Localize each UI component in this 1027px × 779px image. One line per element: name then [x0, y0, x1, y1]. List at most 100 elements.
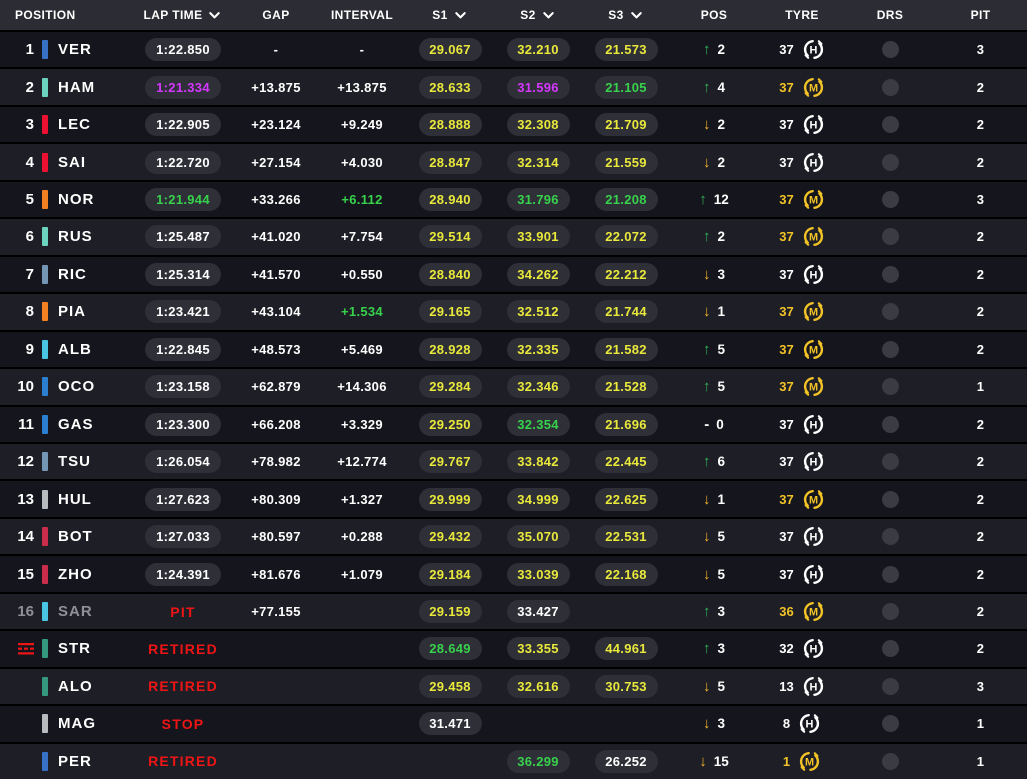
- sector-s1-value: 28.928: [419, 338, 482, 361]
- driver-row-nor[interactable]: 5NOR1:21.944+33.266+6.11228.94031.79621.…: [0, 182, 1027, 217]
- position-number: 1: [6, 41, 34, 58]
- lap-time-cell: RETIRED: [132, 669, 234, 704]
- column-header-s1[interactable]: S1: [406, 8, 494, 23]
- driver-row-bot[interactable]: 14BOT1:27.033+80.597+0.28829.43235.07022…: [0, 519, 1027, 554]
- gap-cell: +13.875: [234, 69, 318, 104]
- driver-row-tsu[interactable]: 12TSU1:26.054+78.982+12.77429.76733.8422…: [0, 444, 1027, 479]
- pit-count: 2: [977, 342, 985, 357]
- sector-s3-cell: 26.252: [582, 744, 670, 779]
- tyre-medium-icon: M: [802, 488, 825, 511]
- gap-value: +48.573: [251, 342, 300, 357]
- driver-row-ver[interactable]: 1VER1:22.850--29.06732.21021.573↑237H3: [0, 32, 1027, 67]
- sector-s2-value: 33.039: [507, 563, 570, 586]
- lap-time-value: 1:23.300: [145, 413, 221, 436]
- pit-cell: 3: [934, 669, 1027, 704]
- gap-cell: +80.309: [234, 481, 318, 516]
- drs-indicator-icon: [882, 715, 899, 732]
- driver-row-pia[interactable]: 8PIA1:23.421+43.104+1.53429.16532.51221.…: [0, 294, 1027, 329]
- drs-cell: [846, 744, 934, 779]
- drs-indicator-icon: [882, 303, 899, 320]
- sector-s1-value: 29.999: [419, 488, 482, 511]
- driver-row-alo[interactable]: ALORETIRED29.45832.61630.753↓513H3: [0, 669, 1027, 704]
- gap-cell: +33.266: [234, 182, 318, 217]
- lap-time-value: 1:22.905: [145, 113, 221, 136]
- gap-value: +43.104: [251, 304, 300, 319]
- svg-text:M: M: [805, 756, 814, 768]
- sector-s1-cell: 28.840: [406, 257, 494, 292]
- sector-s2-value: 32.210: [507, 38, 570, 61]
- interval-value: +13.875: [337, 80, 386, 95]
- position-number: [6, 643, 34, 655]
- driver-row-rus[interactable]: 6RUS1:25.487+41.020+7.75429.51433.90122.…: [0, 219, 1027, 254]
- pit-cell: 3: [934, 182, 1027, 217]
- column-header-s2[interactable]: S2: [494, 8, 582, 23]
- tyre-laps-count: 37: [779, 229, 793, 244]
- tyre-hard-icon: H: [798, 712, 821, 735]
- driver-row-sar[interactable]: 16SARPIT+77.15529.15933.427↑336M2: [0, 594, 1027, 629]
- drs-cell: [846, 594, 934, 629]
- status-text: PIT: [170, 604, 195, 620]
- driver-row-hul[interactable]: 13HUL1:27.623+80.309+1.32729.99934.99922…: [0, 481, 1027, 516]
- position-number: 6: [6, 228, 34, 245]
- column-header-lap-time[interactable]: LAP TIME: [132, 8, 234, 23]
- sort-chevron-down-icon: [629, 8, 644, 23]
- driver-row-sai[interactable]: 4SAI1:22.720+27.154+4.03028.84732.31421.…: [0, 144, 1027, 179]
- driver-cell: 8PIA: [0, 294, 132, 329]
- driver-row-lec[interactable]: 3LEC1:22.905+23.124+9.24928.88832.30821.…: [0, 107, 1027, 142]
- driver-row-zho[interactable]: 15ZHO1:24.391+81.676+1.07929.18433.03922…: [0, 556, 1027, 591]
- gap-cell: [234, 631, 318, 666]
- tyre-laps-count: 37: [779, 267, 793, 282]
- lap-time-cell: 1:25.487: [132, 219, 234, 254]
- lap-time-cell: 1:22.850: [132, 32, 234, 67]
- interval-cell: +12.774: [318, 444, 406, 479]
- sector-s1-cell: 29.067: [406, 32, 494, 67]
- pit-count: 2: [977, 80, 985, 95]
- tyre-hard-icon: H: [802, 413, 825, 436]
- interval-cell: +0.288: [318, 519, 406, 554]
- tyre-cell: 37 M: [758, 332, 846, 367]
- driver-code: ALB: [58, 341, 92, 358]
- interval-cell: [318, 706, 406, 741]
- svg-text:M: M: [809, 607, 818, 619]
- gap-cell: +23.124: [234, 107, 318, 142]
- driver-row-mag[interactable]: MAGSTOP31.471↓38H1: [0, 706, 1027, 741]
- svg-text:H: H: [809, 569, 817, 581]
- position-change-value: 6: [717, 454, 725, 469]
- driver-row-ham[interactable]: 2HAM1:21.334+13.875+13.87528.63331.59621…: [0, 69, 1027, 104]
- driver-row-per[interactable]: PERRETIRED36.29926.252↓151M1: [0, 744, 1027, 779]
- sector-s2-value: 36.299: [507, 750, 570, 773]
- driver-row-oco[interactable]: 10OCO1:23.158+62.879+14.30629.28432.3462…: [0, 369, 1027, 404]
- sector-s2-cell: 32.210: [494, 32, 582, 67]
- interval-cell: +0.550: [318, 257, 406, 292]
- position-change-cell: ↓3: [670, 706, 758, 741]
- driver-row-ric[interactable]: 7RIC1:25.314+41.570+0.55028.84034.26222.…: [0, 257, 1027, 292]
- column-header-label: S3: [608, 8, 623, 22]
- interval-cell: [318, 669, 406, 704]
- tyre-cell: 37M: [758, 481, 846, 516]
- position-up-arrow-icon: ↑: [703, 454, 711, 469]
- drs-cell: [846, 69, 934, 104]
- interval-cell: [318, 594, 406, 629]
- tyre-laps-count: 37: [779, 342, 793, 357]
- driver-cell: 9ALB: [0, 332, 132, 367]
- driver-row-str[interactable]: STRRETIRED28.64933.35544.961↑332H2: [0, 631, 1027, 666]
- interval-cell: +1.534: [318, 294, 406, 329]
- column-header-s3[interactable]: S3: [582, 8, 670, 23]
- drs-indicator-icon: [882, 453, 899, 470]
- driver-row-gas[interactable]: 11GAS1:23.300+66.208+3.32929.25032.35421…: [0, 407, 1027, 442]
- sector-s3-cell: 21.559: [582, 144, 670, 179]
- position-number: 10: [6, 378, 34, 395]
- drs-indicator-icon: [882, 191, 899, 208]
- driver-row-alb[interactable]: 9ALB1:22.845+48.573+5.46928.92832.33521.…: [0, 332, 1027, 367]
- team-color-bar: [42, 78, 48, 97]
- lap-time-value: 1:24.391: [145, 563, 221, 586]
- driver-cell: 7RIC: [0, 257, 132, 292]
- sector-s2-value: 32.616: [507, 675, 570, 698]
- sector-s2-cell: [494, 706, 582, 741]
- tyre-medium-icon: M: [802, 338, 825, 361]
- tyre-laps-count: 37: [779, 454, 793, 469]
- interval-value: +1.079: [341, 567, 383, 582]
- team-color-bar: [42, 677, 48, 696]
- svg-text:M: M: [809, 195, 818, 207]
- interval-value: +1.327: [341, 492, 383, 507]
